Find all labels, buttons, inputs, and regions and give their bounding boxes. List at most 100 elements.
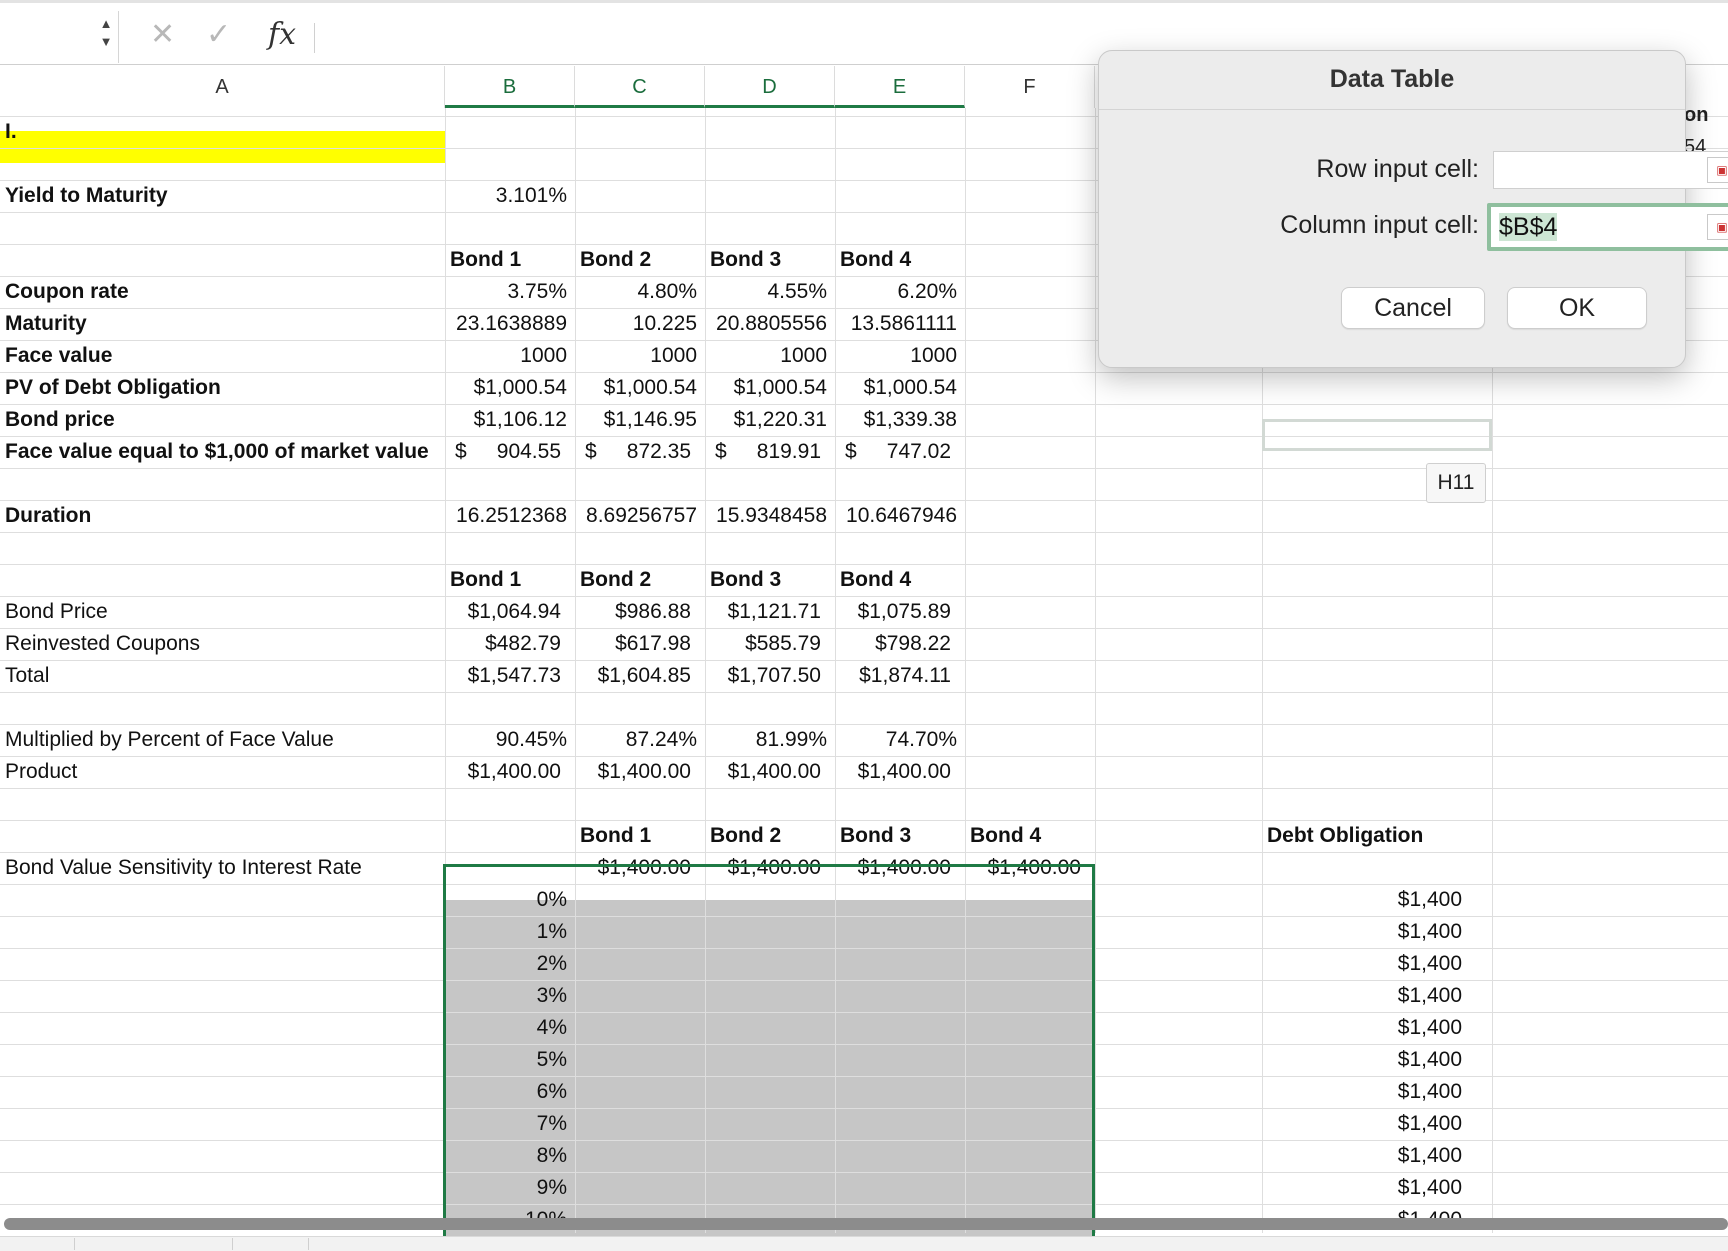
horizontal-scrollbar[interactable] (4, 1218, 1728, 1230)
sensitivity-value[interactable]: $1,400.00 (965, 852, 1081, 884)
debt-obligation-cell[interactable]: $1,400 (1262, 1076, 1462, 1108)
table-cell[interactable]: $1,400.00 (705, 756, 821, 788)
table-cell[interactable]: $1,000.54 (445, 372, 567, 404)
table-cell[interactable]: 3.75% (445, 276, 567, 308)
table-cell[interactable]: $1,000.54 (835, 372, 957, 404)
interest-rate-cell[interactable]: 5% (445, 1044, 567, 1076)
interest-rate-cell[interactable]: 4% (445, 1012, 567, 1044)
duration-cell[interactable]: 15.9348458 (705, 500, 827, 532)
debt-obligation-cell[interactable]: $1,400 (1262, 1172, 1462, 1204)
debt-obligation-cell[interactable]: $1,400 (1262, 1140, 1462, 1172)
debt-obligation-cell[interactable]: $1,400 (1262, 980, 1462, 1012)
table-cell[interactable]: $1,339.38 (835, 404, 957, 436)
table-cell[interactable]: 747.02 (835, 436, 951, 468)
table-cell[interactable]: $585.79 (705, 628, 821, 660)
column-input-collapse-button[interactable]: ▣ (1707, 214, 1728, 240)
table-cell[interactable]: $1,121.71 (705, 596, 821, 628)
table-cell[interactable]: 87.24% (575, 724, 697, 756)
table-cell[interactable]: $1,220.31 (705, 404, 827, 436)
interest-rate-cell[interactable]: 2% (445, 948, 567, 980)
row-label[interactable]: Face value (5, 340, 112, 372)
table-header[interactable]: Bond 3 (710, 244, 781, 276)
table-cell[interactable]: 20.8805556 (705, 308, 827, 340)
column-header-d[interactable]: D (705, 66, 835, 108)
interest-rate-cell[interactable]: 0% (445, 884, 567, 916)
table-header[interactable]: Bond 2 (580, 564, 651, 596)
table-cell[interactable]: 1000 (835, 340, 957, 372)
row-label[interactable]: Product (5, 756, 77, 788)
interest-rate-cell[interactable]: 1% (445, 916, 567, 948)
row-input-collapse-button[interactable]: ▣ (1707, 157, 1728, 183)
table-cell[interactable]: 90.45% (445, 724, 567, 756)
debt-obligation-header[interactable]: Debt Obligation (1267, 820, 1423, 852)
debt-obligation-cell[interactable]: $1,400 (1262, 1108, 1462, 1140)
table-cell[interactable]: 23.1638889 (445, 308, 567, 340)
row-label[interactable]: Bond Value Sensitivity to Interest Rate (5, 852, 362, 884)
table-cell[interactable]: $1,000.54 (705, 372, 827, 404)
table-cell[interactable]: $1,874.11 (835, 660, 951, 692)
debt-obligation-cell[interactable]: $1,400 (1262, 884, 1462, 916)
row-label[interactable]: Multiplied by Percent of Face Value (5, 724, 334, 756)
interest-rate-cell[interactable]: 6% (445, 1076, 567, 1108)
row-label[interactable]: PV of Debt Obligation (5, 372, 221, 404)
ytm-value[interactable]: 3.101% (445, 180, 567, 212)
row-label[interactable]: Yield to Maturity (5, 180, 168, 212)
column-header-a[interactable]: A (0, 66, 445, 108)
table-cell[interactable]: $798.22 (835, 628, 951, 660)
debt-obligation-cell[interactable]: $1,400 (1262, 916, 1462, 948)
sensitivity-header[interactable]: Bond 4 (970, 820, 1041, 852)
table-cell[interactable]: $1,604.85 (575, 660, 691, 692)
row-input-field[interactable] (1493, 151, 1728, 189)
table-cell[interactable]: 6.20% (835, 276, 957, 308)
column-header-f[interactable]: F (965, 66, 1095, 108)
debt-obligation-cell[interactable]: $1,400 (1262, 1012, 1462, 1044)
row-label[interactable]: Face value equal to $1,000 of market val… (5, 436, 429, 468)
duration-cell[interactable]: 16.2512368 (445, 500, 567, 532)
table-cell[interactable]: $1,400.00 (835, 756, 951, 788)
row-label[interactable]: Duration (5, 500, 91, 532)
column-header-b[interactable]: B (445, 66, 575, 108)
cancel-button[interactable]: Cancel (1341, 287, 1485, 329)
debt-obligation-cell[interactable]: $1,400 (1262, 948, 1462, 980)
table-header[interactable]: Bond 3 (710, 564, 781, 596)
table-cell[interactable]: 4.80% (575, 276, 697, 308)
table-cell[interactable]: $1,075.89 (835, 596, 951, 628)
table-cell[interactable]: $1,064.94 (445, 596, 561, 628)
table-cell[interactable]: 1000 (575, 340, 697, 372)
column-input-field[interactable]: $B$4 (1487, 203, 1728, 251)
table-cell[interactable]: 872.35 (575, 436, 691, 468)
table-cell[interactable]: $1,000.54 (575, 372, 697, 404)
section-label[interactable]: I. (5, 116, 17, 148)
table-cell[interactable]: 904.55 (445, 436, 561, 468)
table-cell[interactable]: $1,707.50 (705, 660, 821, 692)
table-cell[interactable]: 1000 (705, 340, 827, 372)
row-label[interactable]: Coupon rate (5, 276, 129, 308)
highlighted-cell[interactable] (0, 131, 445, 163)
table-cell[interactable]: 74.70% (835, 724, 957, 756)
row-label[interactable]: Maturity (5, 308, 87, 340)
table-cell[interactable]: $986.88 (575, 596, 691, 628)
sensitivity-header[interactable]: Bond 2 (710, 820, 781, 852)
table-cell[interactable]: 10.225 (575, 308, 697, 340)
table-cell[interactable]: 1000 (445, 340, 567, 372)
table-cell[interactable]: 4.55% (705, 276, 827, 308)
table-header[interactable]: Bond 1 (450, 244, 521, 276)
duration-cell[interactable]: 8.69256757 (575, 500, 697, 532)
table-cell[interactable]: $1,400.00 (445, 756, 561, 788)
column-header-c[interactable]: C (575, 66, 705, 108)
column-header-e[interactable]: E (835, 66, 965, 108)
table-cell[interactable]: $1,547.73 (445, 660, 561, 692)
table-cell[interactable]: 13.5861111 (835, 308, 957, 340)
duration-cell[interactable]: 10.6467946 (835, 500, 957, 532)
sensitivity-value[interactable]: $1,400.00 (835, 852, 951, 884)
table-cell[interactable]: $1,106.12 (445, 404, 567, 436)
table-cell[interactable]: 819.91 (705, 436, 821, 468)
sensitivity-value[interactable]: $1,400.00 (575, 852, 691, 884)
table-cell[interactable]: 81.99% (705, 724, 827, 756)
table-cell[interactable]: $1,400.00 (575, 756, 691, 788)
debt-obligation-cell[interactable]: $1,400 (1262, 1044, 1462, 1076)
table-header[interactable]: Bond 4 (840, 244, 911, 276)
row-label[interactable]: Bond Price (5, 596, 108, 628)
table-cell[interactable]: $617.98 (575, 628, 691, 660)
interest-rate-cell[interactable]: 7% (445, 1108, 567, 1140)
